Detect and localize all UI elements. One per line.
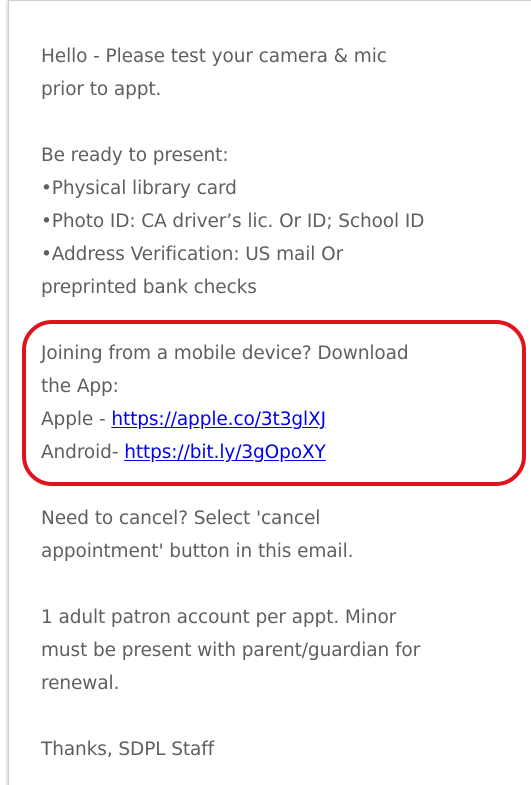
signoff-paragraph: Thanks, SDPL Staff [41, 733, 511, 766]
cancel-paragraph: Need to cancel? Select 'cancel appointme… [41, 502, 511, 568]
greeting-paragraph: Hello - Please test your camera & mic pr… [41, 40, 511, 106]
policy-line-3: renewal. [41, 673, 120, 694]
mobile-line-1: Joining from a mobile device? Download [41, 343, 409, 364]
requirements-paragraph: Be ready to present: •Physical library c… [41, 139, 511, 304]
android-app-link[interactable]: https://bit.ly/3gOpoXY [124, 442, 326, 463]
requirement-library-card: •Physical library card [41, 178, 237, 199]
signoff: Thanks, SDPL Staff [41, 739, 215, 760]
apple-label: Apple - [41, 409, 112, 430]
greeting-line-2: prior to appt. [41, 79, 162, 100]
requirement-photo-id: •Photo ID: CA driver’s lic. Or ID; Schoo… [41, 211, 425, 232]
requirements-heading: Be ready to present: [41, 145, 229, 166]
requirement-address-verification-cont: preprinted bank checks [41, 277, 257, 298]
requirement-address-verification: •Address Verification: US mail Or [41, 244, 344, 265]
cancel-line-1: Need to cancel? Select 'cancel [41, 508, 321, 529]
cancel-line-2: appointment' button in this email. [41, 541, 354, 562]
android-row: Android- https://bit.ly/3gOpoXY [41, 436, 511, 469]
mobile-app-paragraph: Joining from a mobile device? Download t… [41, 337, 511, 469]
greeting-line-1: Hello - Please test your camera & mic [41, 46, 387, 67]
email-body: Hello - Please test your camera & mic pr… [41, 40, 511, 785]
policy-line-2: must be present with parent/guardian for [41, 640, 421, 661]
apple-app-link[interactable]: https://apple.co/3t3glXJ [111, 409, 326, 430]
mobile-line-2: the App: [41, 376, 119, 397]
apple-row: Apple - https://apple.co/3t3glXJ [41, 403, 511, 436]
policy-line-1: 1 adult patron account per appt. Minor [41, 607, 397, 628]
policy-paragraph: 1 adult patron account per appt. Minor m… [41, 601, 511, 700]
android-label: Android- [41, 442, 125, 463]
